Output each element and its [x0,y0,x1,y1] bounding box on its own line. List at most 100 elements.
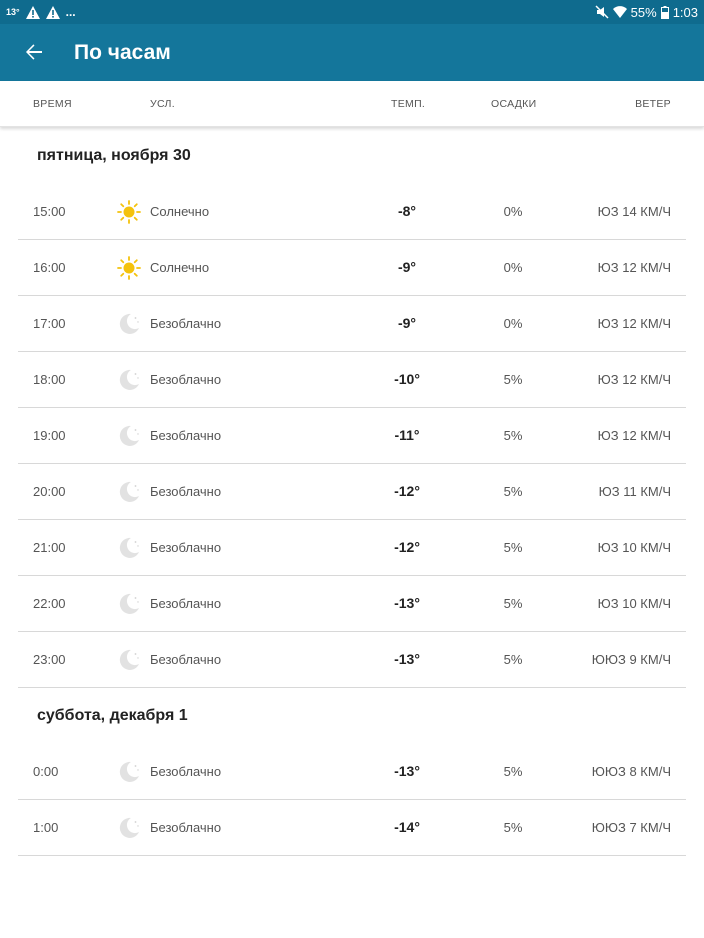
forecast-wind: ЮЮЗ 8 КМ/Ч [591,764,671,779]
forecast-temperature: -13° [394,595,420,611]
forecast-condition: Безоблачно [150,764,222,779]
forecast-wind: ЮЗ 12 КМ/Ч [597,372,671,387]
forecast-row[interactable]: 0:00 Безоблачно -13° 5% ЮЮЗ 8 КМ/Ч [18,744,686,800]
moon-icon [117,424,141,448]
forecast-wind: ЮЗ 12 КМ/Ч [597,316,671,331]
forecast-time: 23:00 [33,652,66,667]
moon-icon [117,480,141,504]
forecast-temperature: -12° [394,539,420,555]
wifi-icon [612,6,627,18]
battery-icon [660,5,669,19]
forecast-wind: ЮЗ 10 КМ/Ч [597,596,671,611]
hourly-forecast-list[interactable]: пятница, ноября 30 15:00 Солнечно -8° 0% ЮЗ 1… [0,128,704,856]
status-clock: 1:03 [672,4,698,20]
forecast-row[interactable]: 18:00 Безоблачно -10° 5% ЮЗ 12 КМ/Ч [18,352,686,408]
day-section-title: суббота, декабря 1 [37,707,188,724]
forecast-wind: ЮЗ 12 КМ/Ч [597,260,671,275]
forecast-precipitation: 5% [503,596,523,611]
forecast-time: 18:00 [33,372,66,387]
moon-icon [117,592,141,616]
forecast-wind: ЮЗ 12 КМ/Ч [597,428,671,443]
status-bar-right: 55% 1:03 [595,0,698,24]
forecast-temperature: -8° [397,203,417,219]
sun-icon [117,200,141,224]
forecast-row[interactable]: 23:00 Безоблачно -13° 5% ЮЮЗ 9 КМ/Ч [18,632,686,688]
forecast-condition: Безоблачно [150,372,222,387]
forecast-time: 1:00 [33,820,59,835]
forecast-time: 0:00 [33,764,59,779]
forecast-temperature: -13° [394,763,420,779]
forecast-temperature: -14° [394,819,420,835]
forecast-time: 16:00 [33,260,66,275]
forecast-precipitation: 0% [503,316,523,331]
forecast-condition: Безоблачно [150,540,222,555]
forecast-condition: Безоблачно [150,596,222,611]
arrow-back-icon [26,44,42,60]
forecast-row[interactable]: 19:00 Безоблачно -11° 5% ЮЗ 12 КМ/Ч [18,408,686,464]
warning-icon [45,5,60,19]
warning-icon [25,5,40,19]
page-title: По часам [74,41,171,64]
column-header-time: ВРЕМЯ [33,98,72,110]
moon-icon [117,368,141,392]
forecast-precipitation: 5% [503,652,523,667]
forecast-wind: ЮЗ 10 КМ/Ч [597,540,671,555]
forecast-time: 19:00 [33,428,66,443]
forecast-precipitation: 5% [503,428,523,443]
forecast-condition: Безоблачно [150,316,222,331]
sun-icon [117,256,141,280]
forecast-precipitation: 0% [503,260,523,275]
moon-icon [117,816,141,840]
forecast-time: 21:00 [33,540,66,555]
column-header-precipitation: ОСАДКИ [491,98,537,110]
forecast-row[interactable]: 16:00 Солнечно -9° 0% ЮЗ 12 КМ/Ч [18,240,686,296]
forecast-condition: Безоблачно [150,428,222,443]
forecast-row[interactable]: 17:00 Безоблачно -9° 0% ЮЗ 12 КМ/Ч [18,296,686,352]
forecast-temperature: -12° [394,483,420,499]
forecast-time: 17:00 [33,316,66,331]
forecast-condition: Безоблачно [150,652,222,667]
app-bar: По часам [0,24,704,81]
forecast-precipitation: 0% [503,204,523,219]
forecast-time: 22:00 [33,596,66,611]
forecast-temperature: -11° [394,427,420,443]
forecast-row[interactable]: 21:00 Безоблачно -12° 5% ЮЗ 10 КМ/Ч [18,520,686,576]
forecast-precipitation: 5% [503,764,523,779]
forecast-time: 15:00 [33,204,66,219]
back-button[interactable] [20,38,48,66]
forecast-temperature: -9° [397,315,417,331]
moon-icon [117,760,141,784]
day-section-title: пятница, ноября 30 [37,147,191,164]
forecast-condition: Солнечно [150,204,210,219]
mute-icon [595,5,609,19]
forecast-condition: Солнечно [150,260,210,275]
forecast-temperature: -13° [394,651,420,667]
forecast-wind: ЮЗ 14 КМ/Ч [597,204,671,219]
status-bar-left: 13° ... [6,0,76,24]
forecast-row[interactable]: 20:00 Безоблачно -12° 5% ЮЗ 11 КМ/Ч [18,464,686,520]
battery-percent: 55% [630,4,657,20]
forecast-precipitation: 5% [503,372,523,387]
forecast-precipitation: 5% [503,484,523,499]
status-overflow: ... [65,5,76,19]
forecast-wind: ЮЗ 11 КМ/Ч [598,484,671,499]
forecast-row[interactable]: 1:00 Безоблачно -14° 5% ЮЮЗ 7 КМ/Ч [18,800,686,856]
forecast-wind: ЮЮЗ 9 КМ/Ч [591,652,671,667]
forecast-precipitation: 5% [503,540,523,555]
column-header-conditions: УСЛ. [150,98,175,110]
forecast-condition: Безоблачно [150,820,222,835]
column-header-wind: ВЕТЕР [635,98,671,110]
moon-icon [117,648,141,672]
status-temperature: 13° [6,7,20,17]
forecast-temperature: -9° [397,259,417,275]
forecast-row[interactable]: 22:00 Безоблачно -13° 5% ЮЗ 10 КМ/Ч [18,576,686,632]
forecast-row[interactable]: 15:00 Солнечно -8° 0% ЮЗ 14 КМ/Ч [18,184,686,240]
status-bar: 13° ... 55% 1:03 [0,0,704,24]
column-header: ВРЕМЯ УСЛ. ТЕМП. ОСАДКИ ВЕТЕР [0,81,704,127]
moon-icon [117,536,141,560]
forecast-wind: ЮЮЗ 7 КМ/Ч [591,820,671,835]
forecast-time: 20:00 [33,484,66,499]
forecast-temperature: -10° [394,371,420,387]
column-header-temperature: ТЕМП. [391,98,426,110]
moon-icon [117,312,141,336]
